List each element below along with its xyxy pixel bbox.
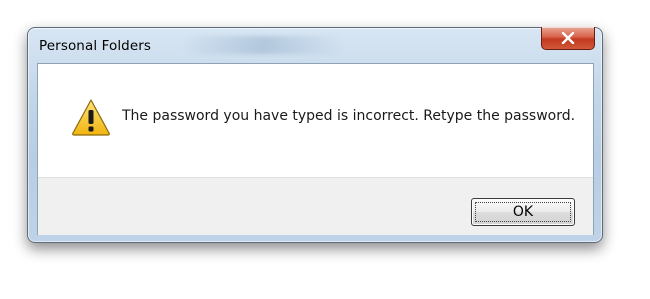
warning-icon	[72, 99, 110, 136]
window-title: Personal Folders	[39, 38, 152, 54]
error-message: The password you have typed is incorrect…	[122, 108, 576, 124]
error-dialog: Personal Folders The password you have t…	[27, 27, 603, 243]
ok-button[interactable]: OK	[471, 198, 575, 226]
background-window-reflection	[183, 36, 343, 54]
close-icon	[561, 32, 575, 44]
button-panel: OK	[38, 177, 593, 235]
title-bar[interactable]: Personal Folders	[28, 27, 602, 62]
dialog-content: The password you have typed is incorrect…	[37, 63, 594, 235]
message-panel: The password you have typed is incorrect…	[38, 64, 593, 177]
close-button[interactable]	[541, 27, 595, 50]
ok-button-label: OK	[512, 204, 534, 220]
